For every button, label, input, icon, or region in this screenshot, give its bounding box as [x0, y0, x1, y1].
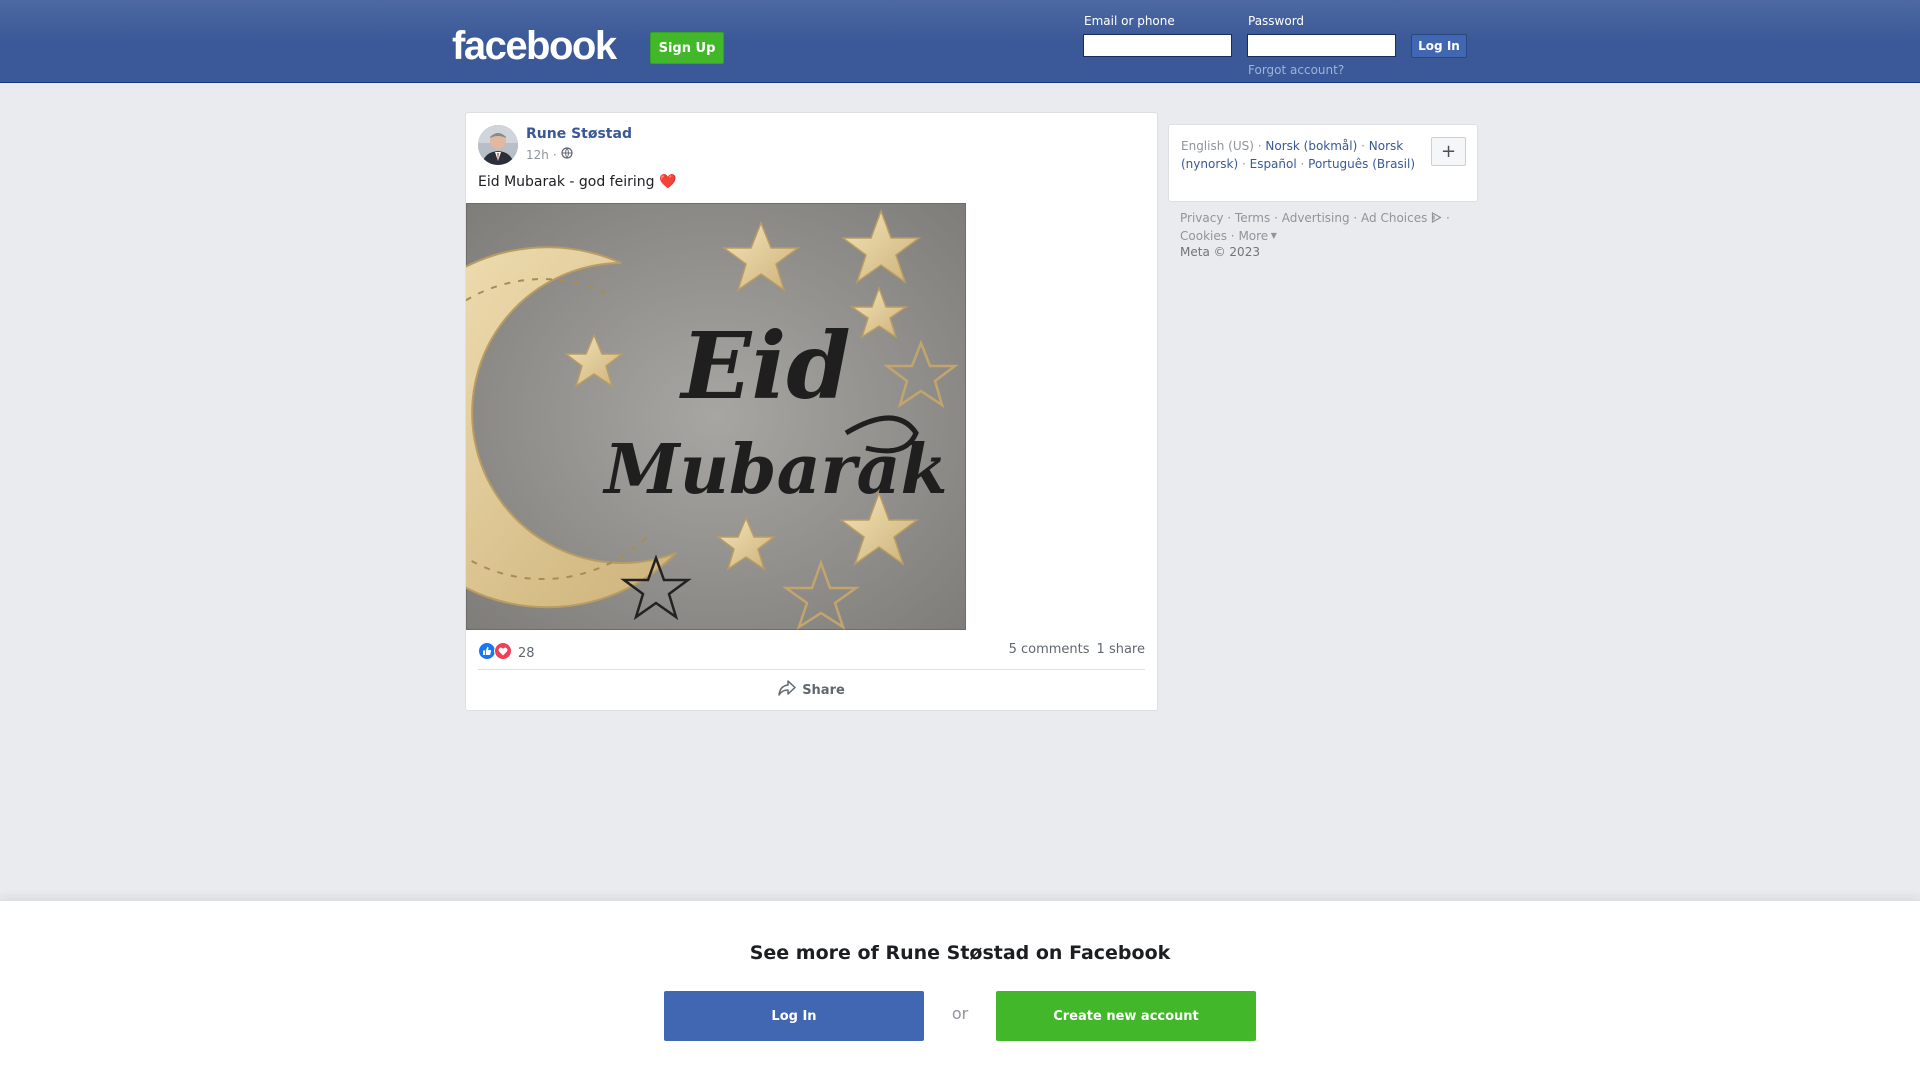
image-text-eid: Eid	[678, 312, 850, 420]
banner-title: See more of Rune Støstad on Facebook	[749, 942, 1171, 964]
post-meta: 12h ·	[526, 147, 573, 162]
top-bar: facebook Sign Up Email or phone Password…	[0, 0, 1920, 83]
language-list: English (US) · Norsk (bokmål) · Norsk (n…	[1181, 139, 1416, 171]
password-field[interactable]	[1247, 34, 1396, 57]
facebook-logo[interactable]: facebook	[452, 22, 617, 70]
author-avatar[interactable]	[478, 125, 518, 165]
more-label: More	[1238, 229, 1269, 243]
footer-link-privacy[interactable]: Privacy	[1180, 211, 1223, 225]
post-card: Rune Støstad 12h · Eid Mubarak - god fei…	[465, 112, 1158, 711]
banner-log-in-button[interactable]: Log In	[664, 991, 924, 1041]
login-banner: See more of Rune Støstad on Facebook Log…	[0, 900, 1920, 1080]
copyright: Meta © 2023	[1180, 245, 1260, 259]
email-field[interactable]	[1083, 34, 1232, 57]
post-text: Eid Mubarak - god feiring ❤️	[478, 174, 677, 190]
footer-link-cookies[interactable]: Cookies	[1180, 229, 1227, 243]
footer-link-ad-choices[interactable]: Ad Choices	[1361, 211, 1442, 225]
share-icon	[778, 680, 796, 700]
language-link[interactable]: Português (Brasil)	[1308, 157, 1415, 171]
sign-up-button[interactable]: Sign Up	[650, 32, 724, 64]
language-link[interactable]: Norsk (bokmål)	[1265, 139, 1357, 153]
share-button[interactable]: Share	[478, 673, 1145, 707]
log-in-button[interactable]: Log In	[1411, 34, 1467, 58]
shares-count[interactable]: 1 share	[1097, 642, 1145, 657]
forgot-account-link[interactable]: Forgot account?	[1248, 63, 1344, 77]
banner-or-text: or	[951, 1004, 969, 1023]
divider	[478, 669, 1145, 670]
caret-down-icon: ▼	[1268, 231, 1277, 240]
email-label: Email or phone	[1084, 14, 1175, 28]
reaction-count[interactable]: 28	[518, 646, 535, 661]
footer-link-more[interactable]: More ▼	[1238, 229, 1276, 243]
image-text-mubarak: Mubarak	[602, 430, 947, 510]
comments-count[interactable]: 5 comments	[1009, 642, 1090, 657]
language-box: English (US) · Norsk (bokmål) · Norsk (n…	[1168, 124, 1478, 202]
share-label: Share	[802, 682, 845, 698]
footer-link-terms[interactable]: Terms	[1235, 211, 1270, 225]
post-time[interactable]: 12h	[526, 148, 549, 162]
meta-separator: ·	[552, 147, 557, 162]
language-link[interactable]: Español	[1250, 157, 1297, 171]
language-current: English (US)	[1181, 139, 1254, 153]
footer-links: Privacy · Terms · Advertising · Ad Choic…	[1180, 211, 1450, 243]
reaction-summary[interactable]: 28	[478, 642, 535, 664]
author-name[interactable]: Rune Støstad	[526, 126, 632, 142]
create-account-button[interactable]: Create new account	[996, 991, 1256, 1041]
post-image[interactable]: Eid Mubarak	[466, 203, 966, 630]
globe-icon	[561, 147, 573, 162]
password-label: Password	[1248, 14, 1305, 28]
engagement-counts: 5 comments 1 share	[1009, 642, 1145, 657]
more-languages-button[interactable]: +	[1431, 137, 1466, 166]
footer-link-advertising[interactable]: Advertising	[1282, 211, 1350, 225]
love-icon	[494, 642, 512, 664]
ad-choices-icon	[1432, 211, 1442, 224]
ad-choices-label: Ad Choices	[1361, 211, 1428, 225]
